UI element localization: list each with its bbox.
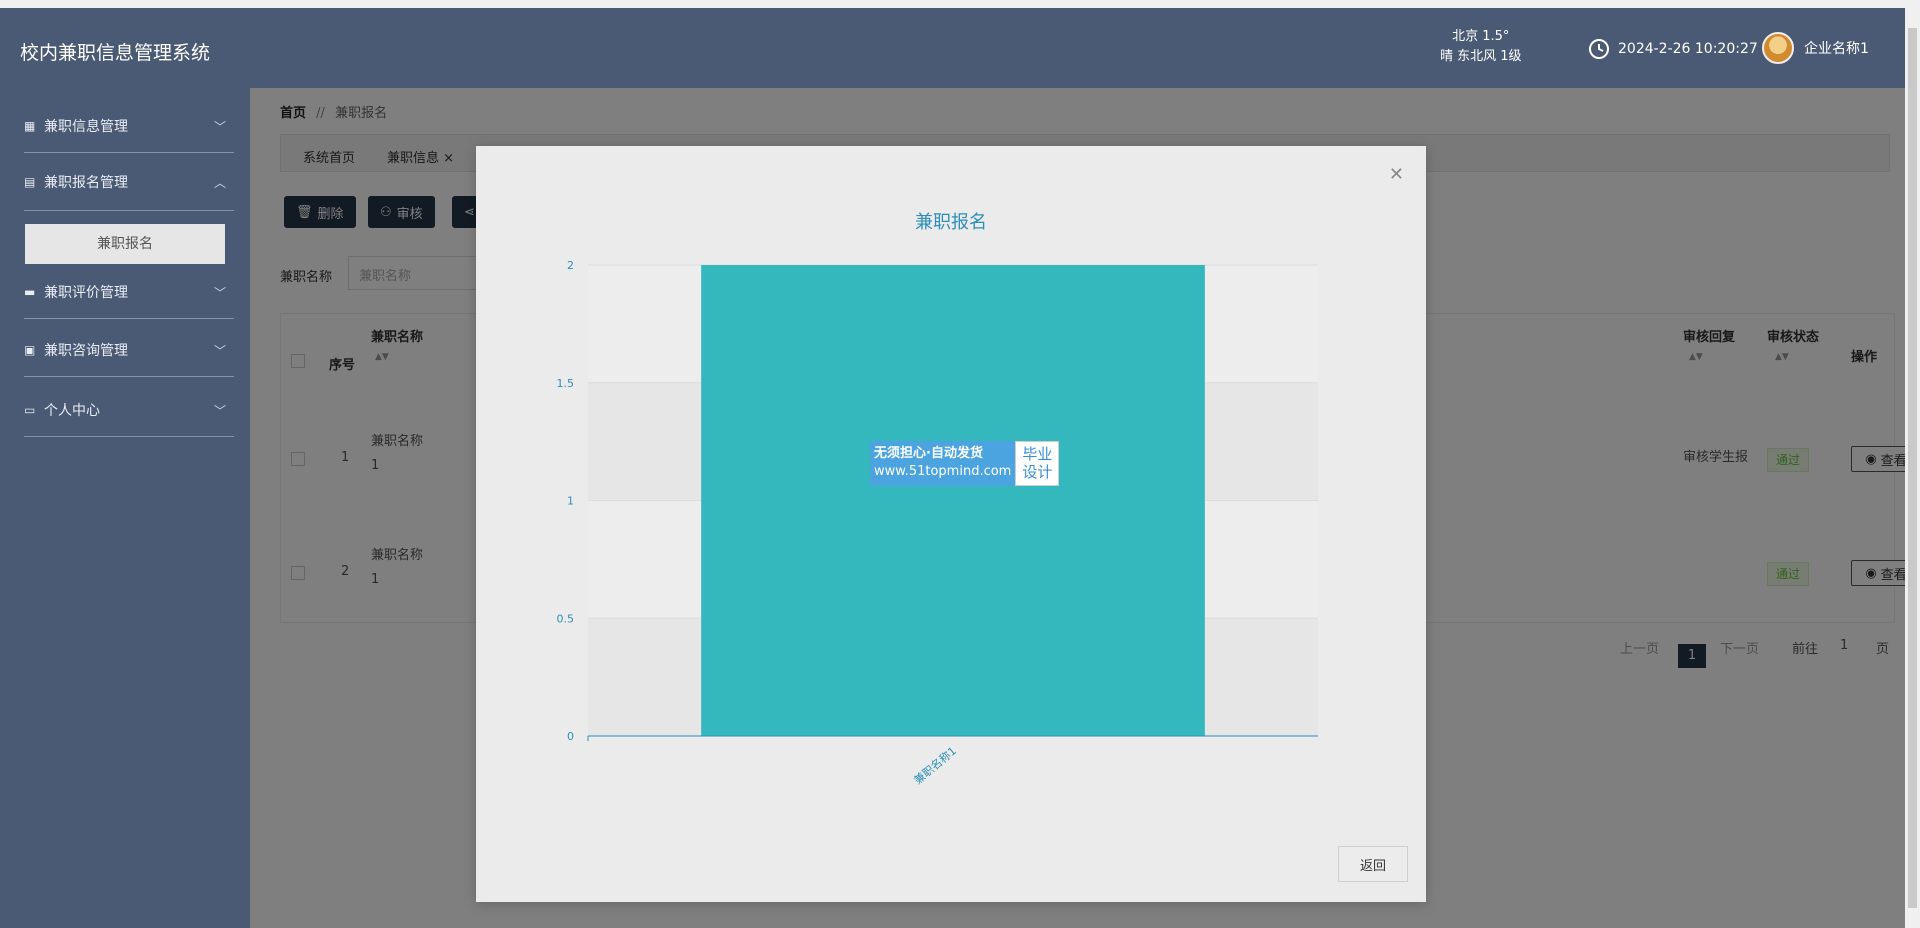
chevron-down-icon: ﹀ [213, 286, 226, 300]
watermark-right1: 毕业 [1022, 445, 1053, 463]
menu-divider [24, 436, 234, 437]
user-menu[interactable]: 企业名称1 [1762, 32, 1869, 64]
menu-divider [24, 210, 234, 211]
sidebar-item-job-review[interactable]: ▬ 兼职评价管理 ﹀ [24, 264, 234, 320]
clipboard-icon: ▣ [24, 343, 36, 357]
sidebar-item-label: 兼职评价管理 [44, 285, 128, 301]
sidebar-item-job-info[interactable]: ▦ 兼职信息管理 ﹀ [24, 98, 234, 154]
sidebar-subitem-signup[interactable]: 兼职报名 [25, 224, 225, 264]
chevron-down-icon: ﹀ [213, 404, 226, 418]
clock-icon [1589, 39, 1609, 59]
y-tick-label: 1.5 [557, 377, 575, 390]
bar [701, 265, 1205, 736]
watermark-line2: www.51topmind.com [874, 464, 1012, 479]
avatar[interactable] [1762, 32, 1794, 64]
datetime-text: 2024-2-26 10:20:27 [1618, 41, 1758, 57]
sidebar: ▦ 兼职信息管理 ﹀ ▤ 兼职报名管理 ︿ 兼职报名 ▬ 兼职评价管理 ﹀ ▣ … [0, 88, 250, 928]
browser-top-strip [0, 0, 1920, 8]
y-tick-label: 0.5 [557, 612, 575, 625]
scrollbar-thumb[interactable] [1908, 28, 1917, 908]
chevron-up-icon: ︿ [213, 176, 226, 190]
y-tick-label: 1 [567, 495, 574, 508]
sidebar-item-personal-center[interactable]: ▭ 个人中心 ﹀ [24, 382, 234, 438]
weather-widget: 北京 1.5° 晴 东北风 1级 [1440, 27, 1522, 67]
chart-dialog: ✕ 兼职报名 0 0.5 1 1.5 2 兼职名称1 返回 [476, 146, 1426, 902]
window-icon: ▭ [24, 403, 36, 417]
menu-divider [24, 376, 234, 377]
watermark-stamp: 无须担心·自动发货 www.51topmind.com 毕业 设计 [870, 441, 1060, 486]
watermark-right2: 设计 [1022, 463, 1053, 481]
watermark-left: 无须担心·自动发货 www.51topmind.com [870, 441, 1016, 486]
y-tick-label: 0 [567, 730, 574, 743]
sidebar-item-label: 兼职信息管理 [44, 119, 128, 135]
menu-divider [24, 318, 234, 319]
chevron-down-icon: ﹀ [213, 344, 226, 358]
sidebar-item-job-consult[interactable]: ▣ 兼职咨询管理 ﹀ [24, 322, 234, 378]
sidebar-item-label: 兼职咨询管理 [44, 343, 128, 359]
chevron-down-icon: ﹀ [213, 120, 226, 134]
chart-bars [701, 265, 1205, 736]
x-tick-label: 兼职名称1 [911, 744, 959, 786]
sidebar-item-label: 个人中心 [44, 403, 100, 419]
sidebar-item-label: 兼职报名管理 [44, 175, 128, 191]
sidebar-item-job-signup[interactable]: ▤ 兼职报名管理 ︿ [24, 154, 234, 210]
watermark-line1: 无须担心·自动发货 [874, 446, 983, 461]
user-name[interactable]: 企业名称1 [1804, 38, 1869, 58]
app-title: 校内兼职信息管理系统 [20, 42, 211, 64]
weather-city-temp: 北京 1.5° [1452, 29, 1510, 44]
watermark-right: 毕业 设计 [1015, 441, 1060, 486]
board-icon: ▤ [24, 175, 36, 189]
clock: 2024-2-26 10:20:27 [1588, 38, 1758, 60]
menu-divider [24, 152, 234, 153]
grid-icon: ▦ [24, 119, 36, 133]
weather-condition: 晴 东北风 1级 [1440, 49, 1522, 64]
scrollbar[interactable] [1905, 8, 1920, 928]
ticket-icon: ▬ [24, 285, 36, 299]
back-button[interactable]: 返回 [1338, 846, 1408, 882]
y-tick-label: 2 [567, 259, 574, 272]
app-header: 校内兼职信息管理系统 北京 1.5° 晴 东北风 1级 2024-2-26 10… [0, 8, 1905, 88]
